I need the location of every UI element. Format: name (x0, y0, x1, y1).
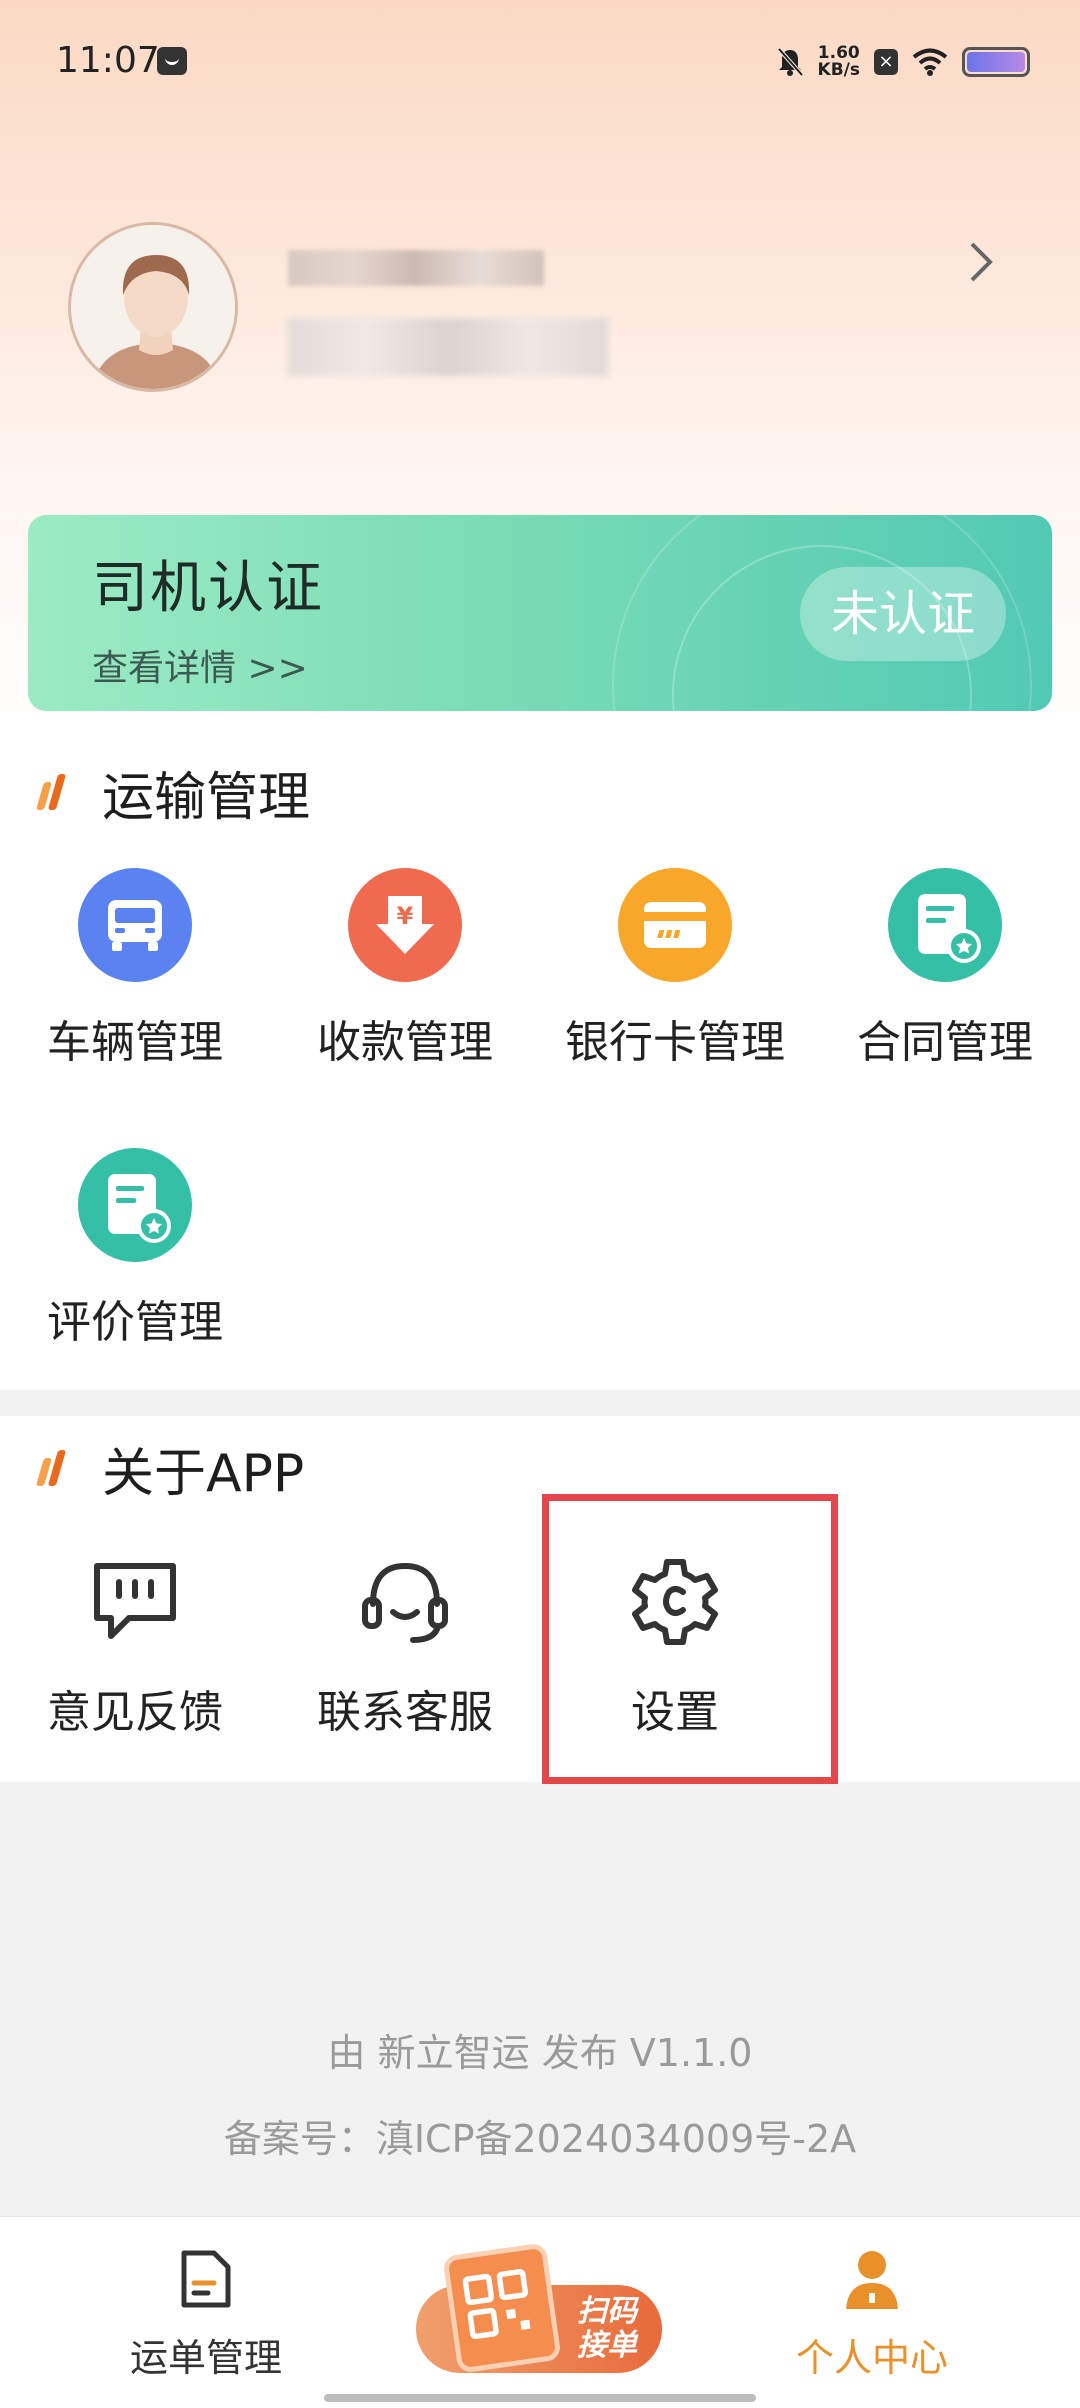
grid-item-vehicle-management[interactable]: 车辆管理 (0, 868, 270, 1070)
grid-label: 车辆管理 (47, 1017, 223, 1068)
grid-item-contract-management[interactable]: 合同管理 (810, 868, 1080, 1070)
wifi-icon (912, 48, 948, 76)
scan-label: 扫码 接单 (577, 2294, 637, 2363)
close-box-icon: × (874, 49, 898, 75)
scan-to-accept-button[interactable]: 扫码 接单 (416, 2242, 662, 2374)
grid-label: 合同管理 (857, 1017, 1033, 1068)
nav-label: 运单管理 (129, 2336, 282, 2380)
profile-phone-redacted (288, 318, 608, 376)
person-icon (846, 2251, 898, 2309)
settings-highlight-box (542, 1494, 838, 1784)
battery-icon (962, 47, 1030, 77)
section-title: 关于APP (102, 1443, 305, 1504)
waybill-icon (181, 2250, 231, 2308)
section-title: 运输管理 (102, 767, 311, 828)
contract-icon (888, 868, 1002, 982)
grid-label: 评价管理 (47, 1297, 223, 1348)
profile-name-redacted (288, 250, 544, 286)
status-icons: 1.60 KB/s × (776, 40, 1030, 84)
chevron-right-icon[interactable] (962, 236, 1002, 288)
certification-detail-link[interactable]: 查看详情 >> (92, 639, 308, 691)
grid-item-bank-card-management[interactable]: 银行卡管理 (540, 868, 810, 1070)
publisher-version-text: 由 新立智运 发布 V1.1.0 (327, 2031, 753, 2075)
grid-item-payment-management[interactable]: ¥ 收款管理 (270, 868, 540, 1070)
review-icon (78, 1148, 192, 1262)
status-time: 11:07 (56, 40, 160, 81)
feedback-label: 意见反馈 (47, 1687, 223, 1738)
grid-label: 银行卡管理 (565, 1017, 785, 1068)
driver-certification-card[interactable]: 司机认证 查看详情 >> 未认证 (28, 515, 1052, 711)
section-mark-icon (35, 1448, 67, 1488)
grid-item-review-management[interactable]: 评价管理 (0, 1148, 270, 1350)
certification-status-badge: 未认证 (800, 567, 1006, 661)
icp-record-text[interactable]: 备案号：滇ICP备2024034009号-2A (0, 2108, 1080, 2163)
headset-icon (362, 1562, 448, 1643)
yuan-download-icon: ¥ (348, 868, 462, 982)
grid-label: 收款管理 (317, 1017, 493, 1068)
tab-waybill-management[interactable]: 运单管理 (86, 2247, 326, 2382)
section-mark-icon (35, 772, 67, 812)
section-header: 运输管理 (35, 762, 310, 828)
svg-text:¥: ¥ (397, 902, 414, 930)
bell-muted-icon (777, 47, 804, 77)
customer-service-label: 联系客服 (317, 1687, 493, 1738)
transport-management-section: 运输管理 车辆管理 ¥ 收款管理 银行卡管理 合同管理 评价管理 (0, 740, 1080, 1390)
feedback-icon (94, 1563, 176, 1639)
truck-icon (78, 868, 192, 982)
status-bar: 11:07 1.60 KB/s × (0, 0, 1080, 120)
feedback-button[interactable]: 意见反馈 (0, 1552, 270, 1740)
nav-label: 个人中心 (795, 2336, 948, 2380)
bottom-navigation: 运单管理 扫码 接单 个人中心 (0, 2216, 1080, 2408)
profile-page: 11:07 1.60 KB/s × 司机认证 查看详情 >> 未认证 运输管理 … (0, 0, 1080, 2408)
customer-service-button[interactable]: 联系客服 (270, 1552, 540, 1740)
tab-personal-center[interactable]: 个人中心 (752, 2247, 992, 2382)
notification-app-icon (157, 47, 187, 75)
network-speed: 1.60 KB/s (817, 43, 860, 80)
avatar[interactable] (68, 222, 238, 392)
user-avatar-icon (71, 225, 235, 389)
qr-scan-icon (442, 2242, 562, 2374)
bank-card-icon (618, 868, 732, 982)
about-app-section: 关于APP 意见反馈 联系客服 设置 (0, 1416, 1080, 1782)
certification-title: 司机认证 (92, 556, 324, 621)
home-indicator[interactable] (324, 2394, 756, 2402)
section-header: 关于APP (35, 1438, 304, 1504)
